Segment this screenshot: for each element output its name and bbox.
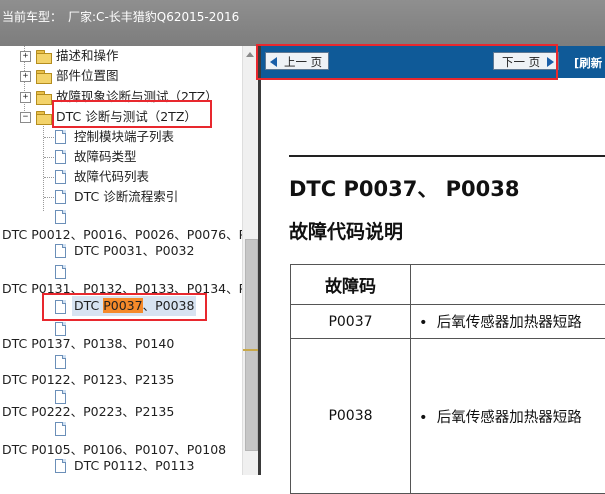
header-rule bbox=[289, 155, 605, 157]
table-row: P0037 • 后氧传感器加热器短路 bbox=[291, 305, 605, 339]
tree-branch-line bbox=[44, 197, 54, 198]
tree-item-label: 描述和操作 bbox=[56, 46, 119, 66]
folder-icon bbox=[36, 50, 52, 62]
tree-item-label: DTC 诊断流程索引 bbox=[74, 187, 178, 207]
folder-open-icon bbox=[36, 111, 52, 123]
dtc-desc-cell: • 后氧传感器加热器短路 bbox=[411, 339, 605, 494]
dtc-table: 故障码 P0037 • 后氧传感器加热器短路 P0038 • 后氧传感器加热器短… bbox=[290, 264, 605, 494]
tree-item-label: 部件位置图 bbox=[56, 66, 119, 86]
scroll-marker bbox=[243, 349, 259, 351]
document-icon bbox=[55, 459, 66, 473]
collapse-icon[interactable]: − bbox=[20, 112, 31, 123]
document-pane: 上一 页 下一 页 [刷新 DTC P0037、 P0038 故障代码说明 故障… bbox=[258, 46, 605, 475]
tree-item-dtc-p0137-group[interactable]: DTC P0137、P0138、P0140 bbox=[0, 334, 242, 354]
document-icon bbox=[55, 244, 66, 258]
vehicle-value: 厂家:C-长丰猎豹Q62015-2016 bbox=[68, 10, 239, 24]
tree-item-terminal-list[interactable]: 控制模块端子列表 bbox=[0, 127, 242, 147]
title-bar: 当前车型： 厂家:C-长丰猎豹Q62015-2016 bbox=[0, 0, 605, 46]
tree-item-dtc-flow-index[interactable]: DTC 诊断流程索引 bbox=[0, 187, 242, 207]
scroll-up-icon[interactable] bbox=[246, 52, 254, 57]
tree-item-label: 控制模块端子列表 bbox=[74, 127, 174, 147]
annotation-box-dtc-folder bbox=[52, 100, 212, 128]
vehicle-label: 当前车型： bbox=[2, 10, 62, 24]
tree-item-dtc-p0112[interactable]: DTC P0112、P0113 bbox=[0, 456, 242, 475]
bullet: • bbox=[419, 315, 428, 331]
tree-item-label: DTC P0031、P0032 bbox=[74, 241, 194, 261]
folder-icon bbox=[36, 91, 52, 103]
scrollbar-thumb[interactable] bbox=[245, 239, 258, 451]
section-heading: 故障代码说明 bbox=[289, 217, 403, 244]
document-icon bbox=[55, 355, 66, 369]
document-icon bbox=[55, 210, 66, 224]
table-row: P0038 • 后氧传感器加热器短路 bbox=[291, 339, 605, 494]
tree-item-dtc-list[interactable]: 故障代码列表 bbox=[0, 167, 242, 187]
dtc-desc-text: 后氧传感器加热器短路 bbox=[437, 315, 582, 331]
expand-icon[interactable]: + bbox=[20, 92, 31, 103]
tree-item-label: 故障代码列表 bbox=[74, 167, 149, 187]
document-icon bbox=[55, 190, 66, 204]
dtc-desc-text: 后氧传感器加热器短路 bbox=[437, 410, 582, 426]
table-header-row: 故障码 bbox=[291, 265, 605, 305]
page-title: DTC P0037、 P0038 bbox=[289, 173, 519, 203]
tree-item-dtc-p0222-group[interactable]: DTC P0222、P0223、P2135 bbox=[0, 402, 242, 422]
tree-item-label: DTC P0137、P0138、P0140 bbox=[2, 334, 174, 354]
tree-item-component-location[interactable]: + 部件位置图 bbox=[0, 66, 242, 86]
dtc-code-cell: P0037 bbox=[291, 305, 411, 339]
document-icon bbox=[55, 130, 66, 144]
tree-item-dtc-p0031[interactable]: DTC P0031、P0032 bbox=[0, 241, 242, 261]
tree-item-dtc-types[interactable]: 故障码类型 bbox=[0, 147, 242, 167]
document-icon bbox=[55, 422, 66, 436]
dtc-desc-cell: • 后氧传感器加热器短路 bbox=[411, 305, 605, 339]
folder-icon bbox=[36, 70, 52, 82]
dtc-code-cell: P0038 bbox=[291, 339, 411, 494]
tree-branch-line bbox=[44, 137, 54, 138]
document-icon bbox=[55, 170, 66, 184]
expand-icon[interactable]: + bbox=[20, 71, 31, 82]
annotation-box-page-nav bbox=[256, 44, 558, 80]
tree-item-label: DTC P0122、P0123、P2135 bbox=[2, 370, 174, 390]
tree-item-label: 故障码类型 bbox=[74, 147, 137, 167]
tree-item-dtc-p0122-group[interactable]: DTC P0122、P0123、P2135 bbox=[0, 370, 242, 390]
expand-icon[interactable]: + bbox=[20, 51, 31, 62]
annotation-box-selected-item bbox=[42, 293, 207, 321]
vehicle-info: 当前车型： 厂家:C-长丰猎豹Q62015-2016 bbox=[2, 8, 239, 25]
tree-branch-line bbox=[44, 157, 54, 158]
tree-scrollbar[interactable] bbox=[242, 46, 259, 475]
tree-branch-line bbox=[44, 177, 54, 178]
bullet: • bbox=[419, 410, 428, 426]
document-icon bbox=[55, 265, 66, 279]
tree-item-description[interactable]: + 描述和操作 bbox=[0, 46, 242, 66]
refresh-link[interactable]: [刷新 bbox=[574, 55, 602, 71]
column-header-desc bbox=[411, 265, 605, 305]
tree-item-label: DTC P0112、P0113 bbox=[74, 456, 194, 475]
document-icon bbox=[55, 150, 66, 164]
tree-item-label: DTC P0222、P0223、P2135 bbox=[2, 402, 174, 422]
column-header-code: 故障码 bbox=[291, 265, 411, 305]
